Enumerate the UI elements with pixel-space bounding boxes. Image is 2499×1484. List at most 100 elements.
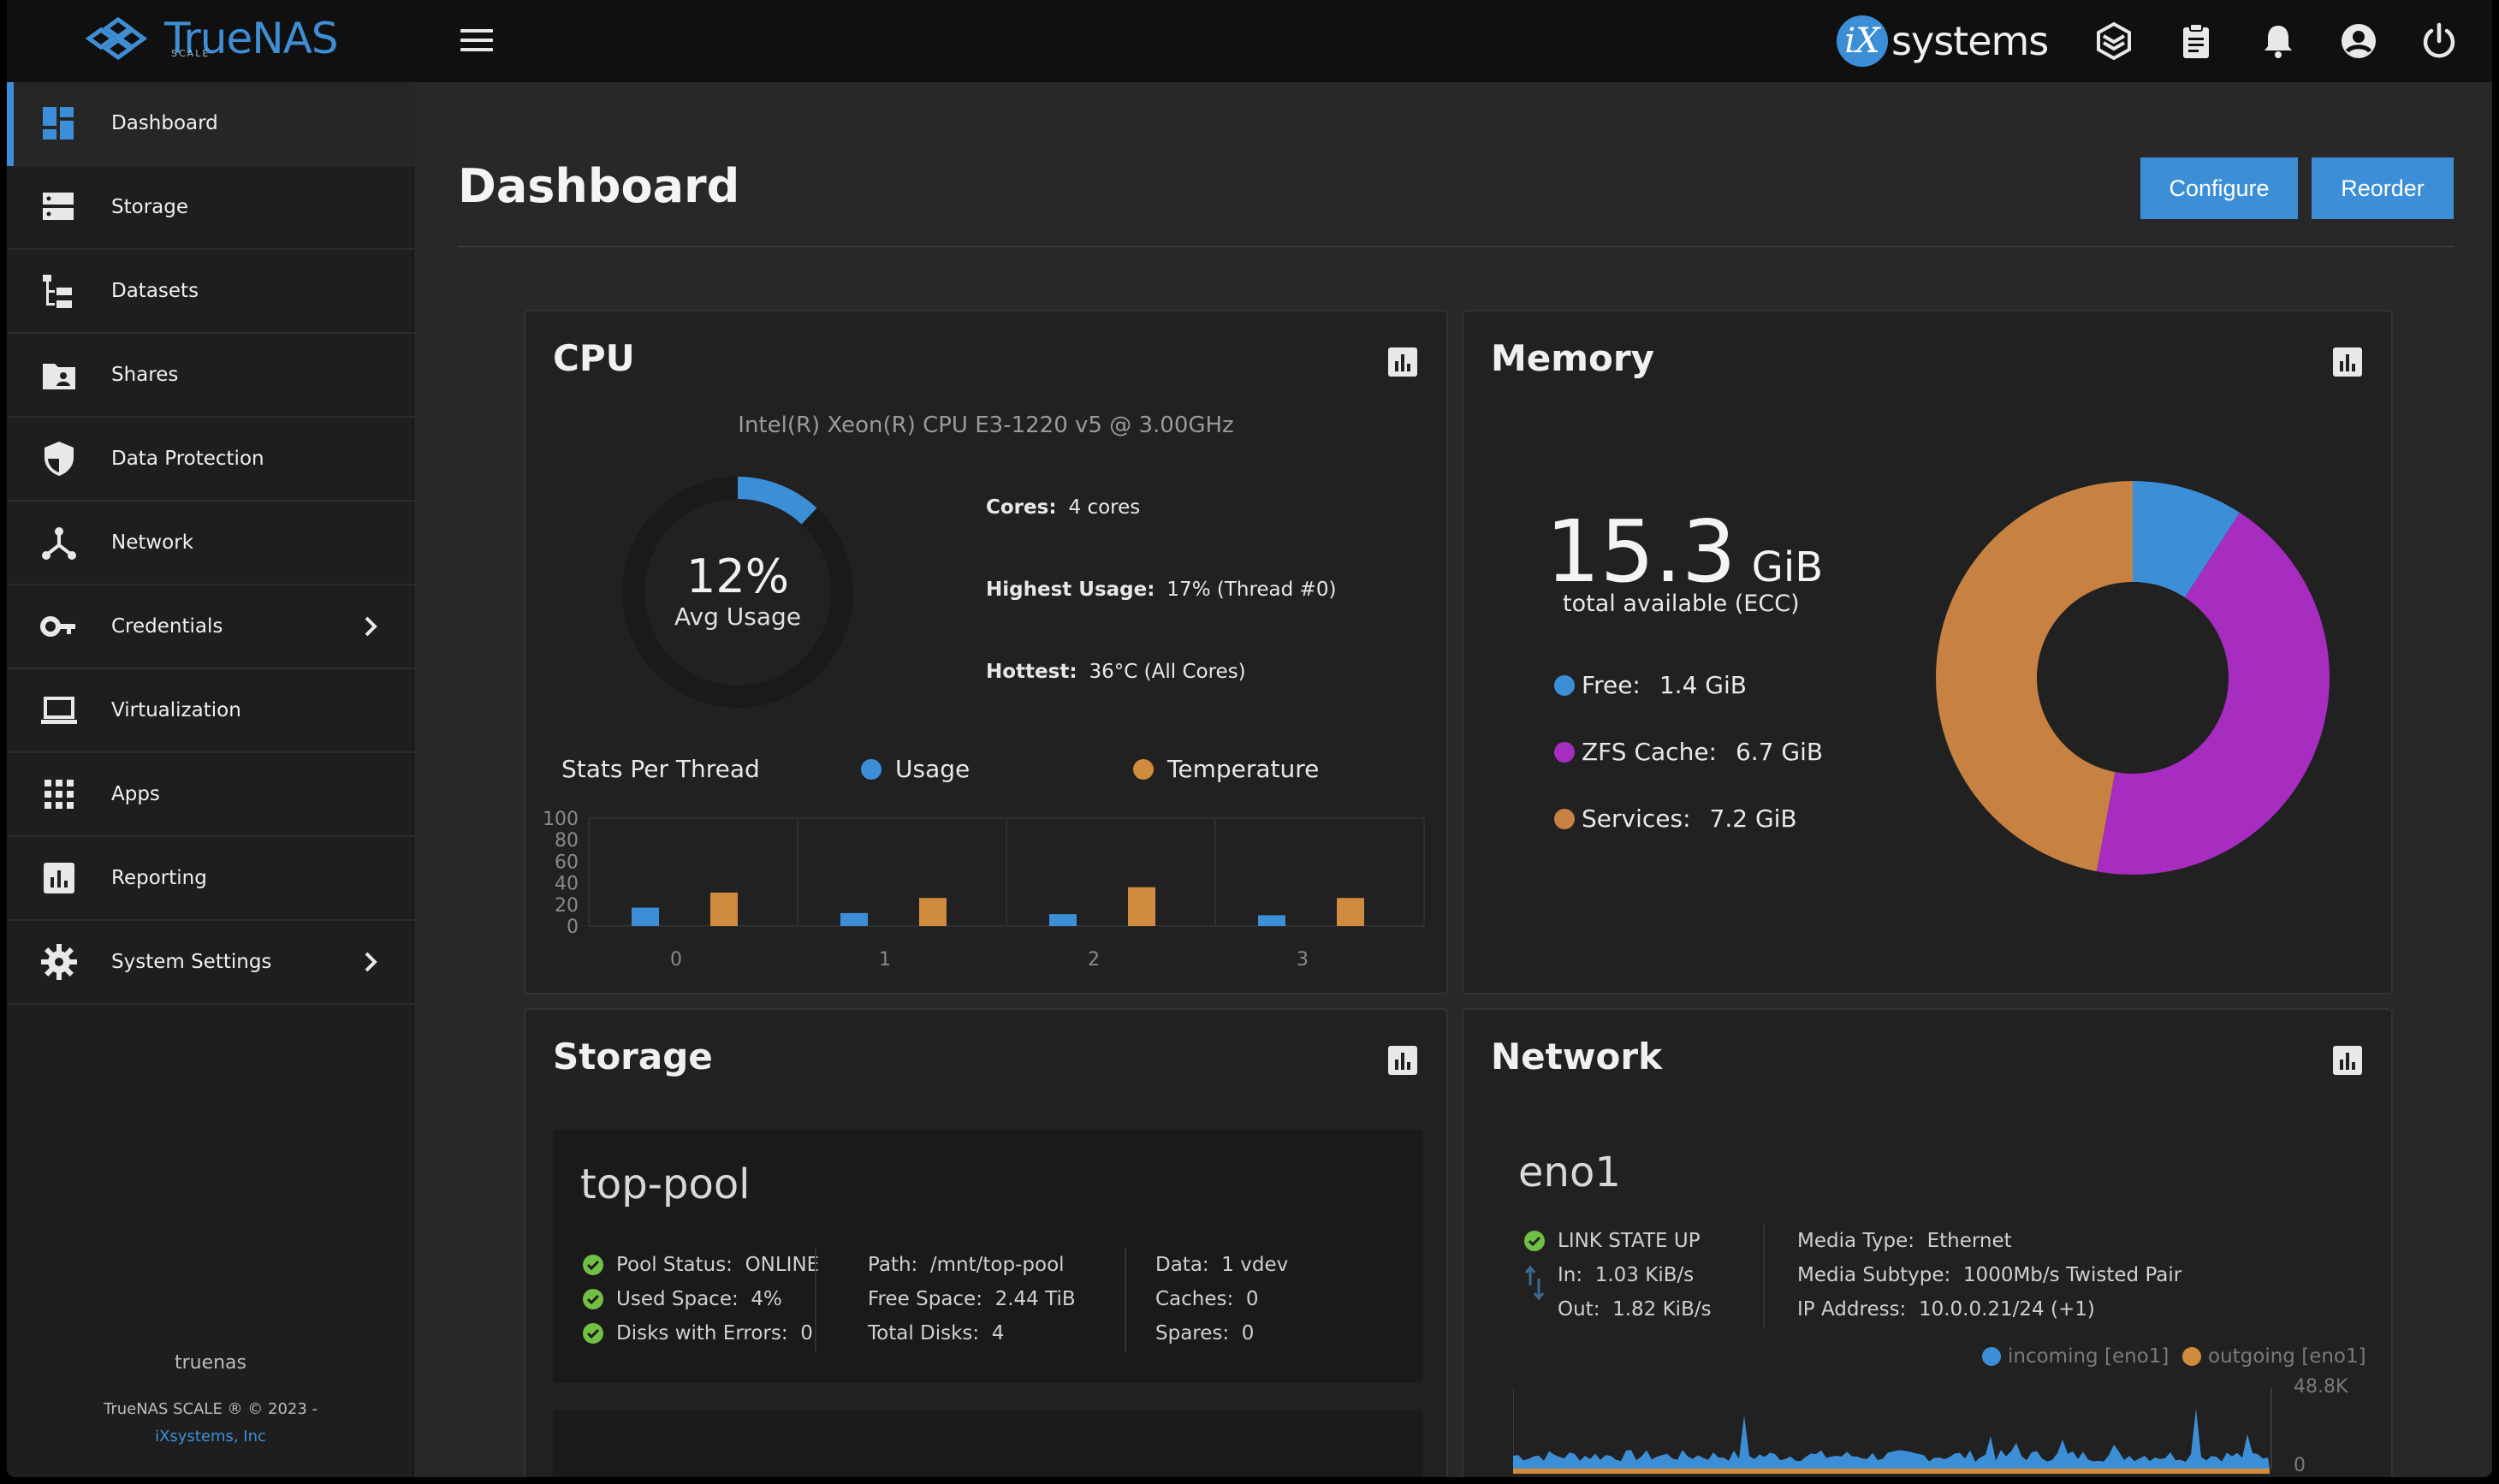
temperature-bar[interactable] [710, 892, 738, 926]
legend-usage-dot [861, 758, 881, 780]
task-manager-icon[interactable] [2175, 21, 2217, 62]
company-link[interactable]: iXsystems, Inc [7, 1428, 414, 1445]
network-icon [42, 527, 76, 560]
media-subtype-value: 1000Mb/s Twisted Pair [1962, 1264, 2182, 1286]
sidebar-item-storage[interactable]: Storage [7, 166, 414, 250]
chevron-right-icon[interactable] [358, 614, 383, 639]
pool-path-label: Path: [868, 1254, 918, 1276]
sidebar-item-reporting[interactable]: Reporting [7, 837, 414, 921]
pool-column-divider [1125, 1248, 1126, 1352]
sidebar-item-apps[interactable]: Apps [7, 753, 414, 837]
memory-zfs-label: ZFS Cache: [1582, 738, 1717, 766]
menu-toggle-icon[interactable] [460, 29, 493, 55]
sidebar-item-shares[interactable]: Shares [7, 334, 414, 418]
pool-panel[interactable]: top-pool Pool Status: ONLINE Used Space:… [553, 1130, 1422, 1383]
storage-reports-icon[interactable] [1386, 1044, 1419, 1077]
pool-spares-value: 0 [1241, 1322, 1255, 1345]
sidebar-item-dashboard[interactable]: Dashboard [7, 82, 414, 166]
incoming-dot [1982, 1347, 2001, 1366]
header-divider [458, 246, 2454, 247]
memory-donut-chart [1936, 481, 2330, 875]
sidebar-item-label: Reporting [111, 867, 207, 889]
cpu-reports-icon[interactable] [1386, 346, 1419, 378]
sidebar-item-credentials[interactable]: Credentials [7, 585, 414, 669]
pool-data-value: 1 vdev [1221, 1254, 1289, 1276]
cpu-thread-chart: 1008060402000 1 2 3 [543, 809, 1425, 971]
page-title: Dashboard [458, 159, 740, 213]
storage-icon [43, 193, 74, 220]
temperature-bar[interactable] [919, 898, 947, 926]
cpu-hottest-stat: Hottest: 36°C (All Cores) [986, 661, 1246, 683]
network-reports-icon[interactable] [2331, 1044, 2364, 1077]
sidebar-item-network[interactable]: Network [7, 502, 414, 585]
memory-zfs-value: 6.7 GiB [1735, 738, 1824, 766]
memory-services-legend: Services: 7.2 GiB [1554, 804, 1797, 833]
sidebar-item-datasets[interactable]: Datasets [7, 250, 414, 334]
pool-panel-next [553, 1410, 1422, 1477]
power-icon[interactable] [2419, 21, 2460, 62]
cpu-avg-usage-value: 12% [686, 549, 790, 603]
y-tick-label: 60 [555, 852, 579, 873]
network-y-min: 0 [2294, 1455, 2306, 1476]
cpu-hottest-value: 36°C (All Cores) [1089, 661, 1246, 683]
outgoing-legend: outgoing [eno1] [2182, 1345, 2366, 1368]
configure-button[interactable]: Configure [2140, 157, 2298, 219]
memory-card: Memory 15.3 GiB total available (ECC) Fre… [1462, 310, 2393, 994]
pool-used-label: Used Space: [616, 1288, 739, 1310]
x-tick-label: 3 [1297, 949, 1309, 971]
stats-per-thread-label: Stats Per Thread [561, 755, 760, 783]
memory-services-label: Services: [1582, 804, 1691, 833]
outgoing-dot [2182, 1347, 2201, 1366]
reorder-button[interactable]: Reorder [2312, 157, 2454, 219]
usage-bar[interactable] [1049, 914, 1077, 926]
ip-address-label: IP Address: [1797, 1298, 1907, 1321]
pool-caches-label: Caches: [1155, 1288, 1234, 1310]
user-account-icon[interactable] [2338, 21, 2379, 62]
memory-reports-icon[interactable] [2331, 346, 2364, 378]
y-tick-label: 0 [567, 917, 579, 938]
incoming-legend-label: incoming [eno1] [2008, 1345, 2170, 1368]
usage-bar[interactable] [840, 912, 868, 926]
x-tick-label: 1 [879, 949, 891, 971]
chevron-right-icon[interactable] [358, 949, 383, 975]
ixsystems-logo[interactable]: iX systems [1837, 15, 2049, 67]
cpu-model: Intel(R) Xeon(R) CPU E3-1220 v5 @ 3.00GH… [738, 413, 1234, 438]
media-type-value: Ethernet [1926, 1230, 2012, 1252]
network-traffic-chart [1513, 1388, 2272, 1474]
memory-free-legend: Free: 1.4 GiB [1554, 671, 1747, 699]
y-tick-label: 20 [555, 895, 579, 917]
truecommand-icon[interactable] [2093, 21, 2134, 62]
notifications-bell-icon[interactable] [2258, 21, 2299, 62]
storage-card-title: Storage [553, 1036, 713, 1077]
truenas-logo-icon [85, 16, 148, 61]
truenas-logo[interactable]: TrueNAS [80, 9, 339, 68]
usage-bar[interactable] [1258, 915, 1285, 926]
out-value: 1.82 KiB/s [1612, 1298, 1712, 1321]
sidebar-item-data-protection[interactable]: Data Protection [7, 418, 414, 502]
network-y-max: 48.8K [2294, 1376, 2348, 1398]
temperature-bar[interactable] [1128, 887, 1155, 926]
cpu-card: CPU Intel(R) Xeon(R) CPU E3-1220 v5 @ 3.… [524, 310, 1448, 994]
usage-bar[interactable] [632, 907, 659, 926]
memory-total-label: total available (ECC) [1563, 591, 1800, 617]
sidebar-item-label: Network [111, 531, 194, 554]
cpu-highest-value: 17% (Thread #0) [1166, 579, 1337, 601]
cpu-highest-stat: Highest Usage: 17% (Thread #0) [986, 579, 1336, 601]
app-window: TrueNAS SCALE iX systems Dashboard Stora… [7, 0, 2492, 1477]
cpu-cores-value: 4 cores [1068, 496, 1141, 519]
traffic-arrows-icon [1524, 1265, 1545, 1301]
interface-media-column: Media Type: Ethernet Media Subtype: 1000… [1797, 1224, 2181, 1327]
sidebar-item-system-settings[interactable]: System Settings [7, 921, 414, 1005]
datasets-icon [43, 275, 72, 308]
memory-services-slice[interactable] [1936, 481, 2133, 872]
media-type-label: Media Type: [1797, 1230, 1914, 1252]
pool-name: top-pool [580, 1160, 751, 1208]
y-tick-label: 80 [555, 830, 579, 852]
in-value: 1.03 KiB/s [1594, 1264, 1695, 1286]
sidebar-item-virtualization[interactable]: Virtualization [7, 669, 414, 753]
check-circle-icon [1524, 1231, 1545, 1251]
sidebar-item-label: Storage [111, 196, 188, 218]
storage-card: Storage top-pool Pool Status: ONLINE Use… [524, 1008, 1448, 1477]
temperature-bar[interactable] [1337, 898, 1364, 926]
pool-free-label: Free Space: [868, 1288, 982, 1310]
